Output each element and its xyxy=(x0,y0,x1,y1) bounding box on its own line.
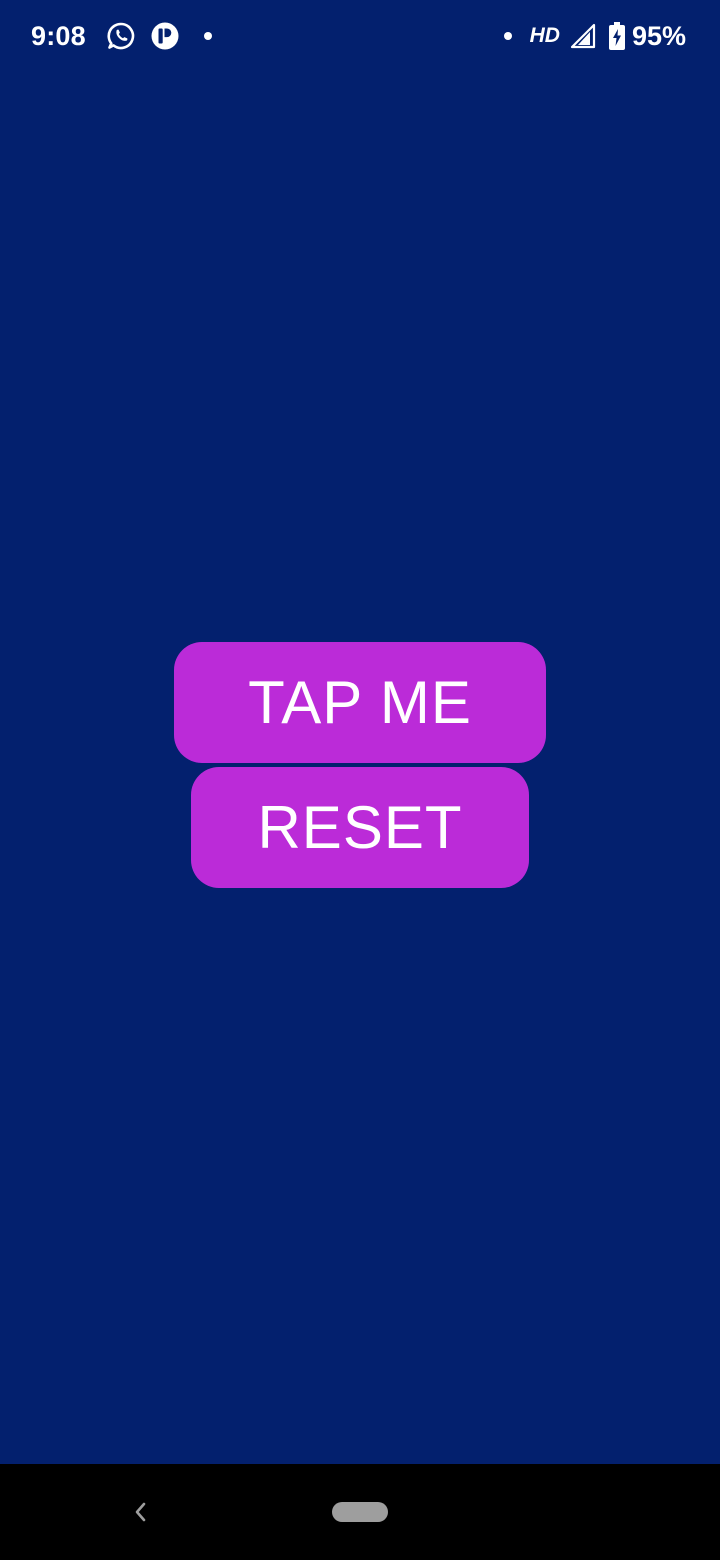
whatsapp-icon xyxy=(106,21,136,51)
status-bar: 9:08 HD 95% xyxy=(0,0,720,72)
status-bar-left: 9:08 xyxy=(31,16,212,56)
clock: 9:08 xyxy=(31,20,86,51)
app-screen: 9:08 HD 95% TAP ME RESET xyxy=(0,0,720,1560)
home-pill-icon[interactable] xyxy=(332,1502,388,1522)
status-bar-right: HD 95% xyxy=(503,16,686,56)
network-type: HD xyxy=(529,24,560,47)
reset-button[interactable]: RESET xyxy=(191,767,529,888)
battery-percentage: 95% xyxy=(631,20,686,51)
battery-charging-icon xyxy=(608,22,626,50)
tap-me-button[interactable]: TAP ME xyxy=(174,642,546,763)
navigation-bar xyxy=(0,1464,720,1560)
notification-dot-icon xyxy=(203,32,212,40)
signal-icon xyxy=(570,23,596,49)
back-icon[interactable] xyxy=(126,1498,154,1526)
app-notification-icon xyxy=(150,21,180,51)
notification-dot-icon xyxy=(503,32,512,40)
